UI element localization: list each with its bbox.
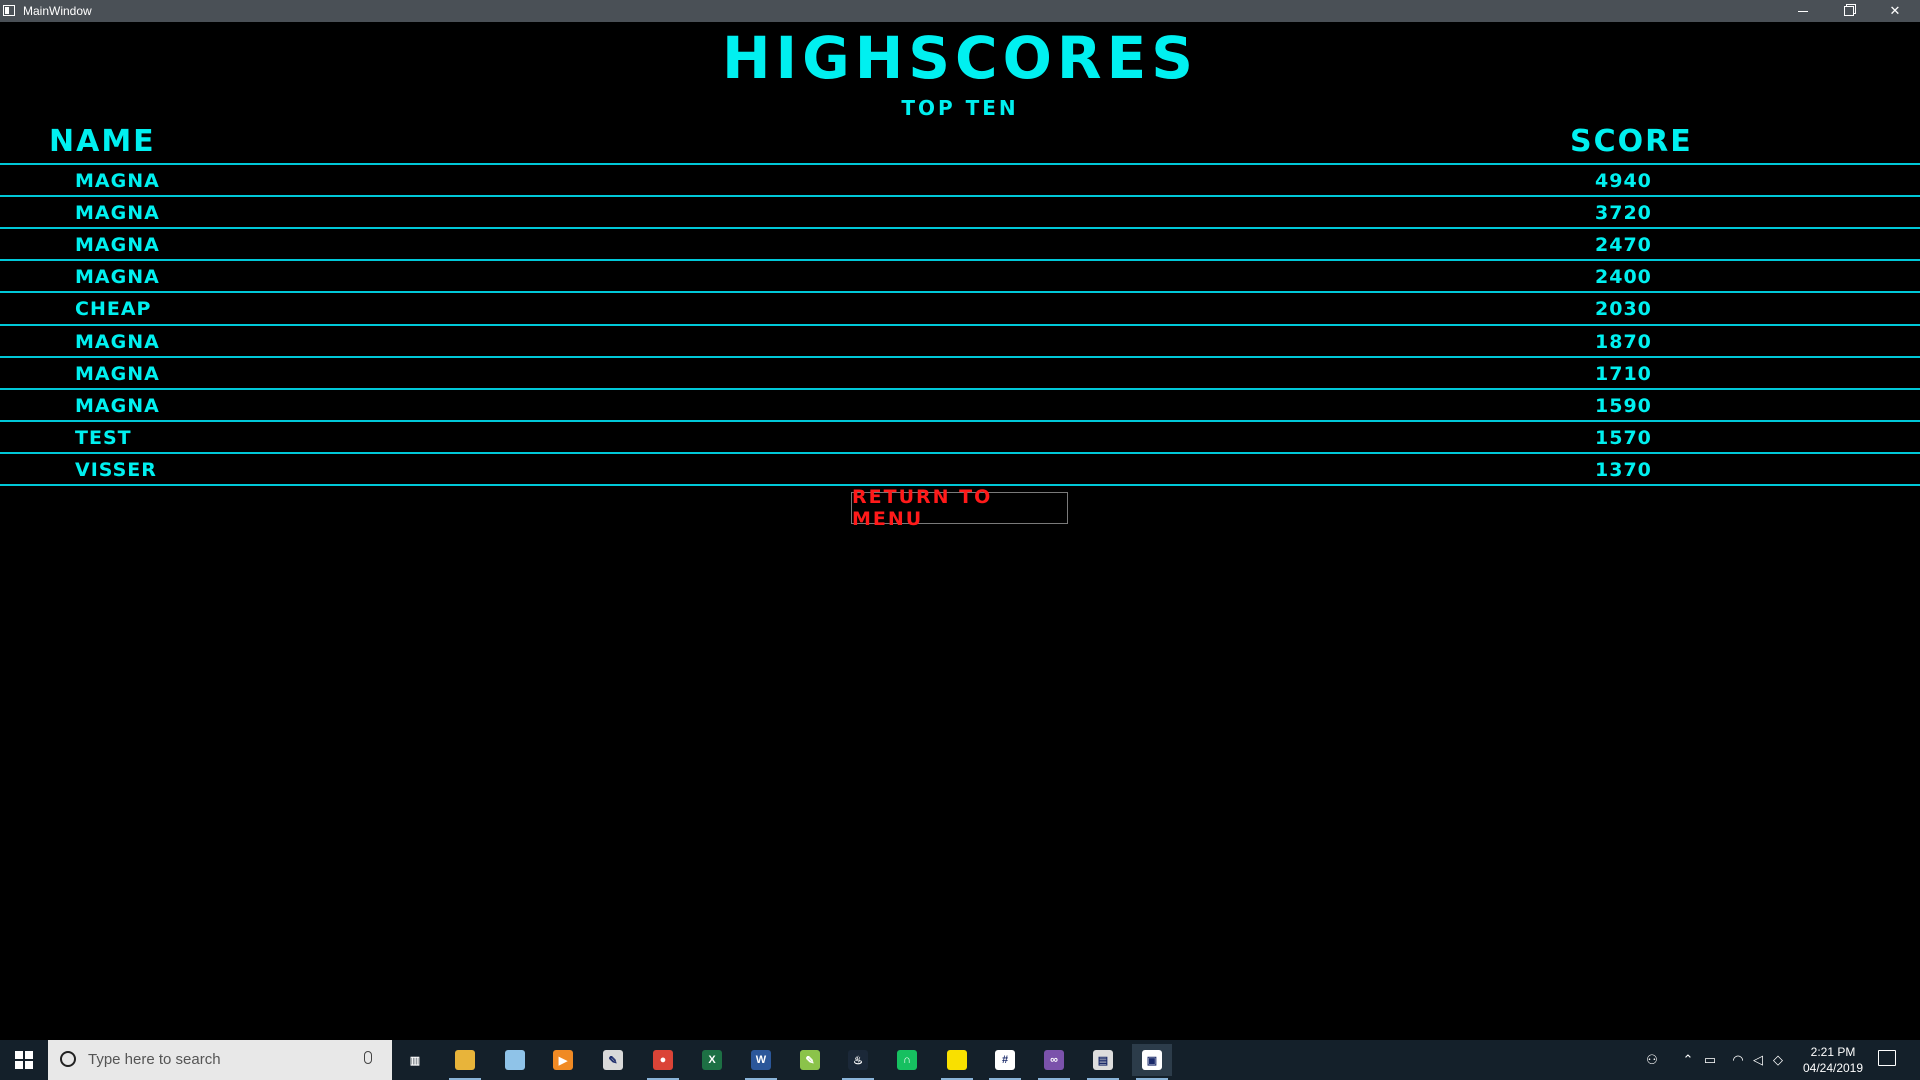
task-view-icon: ▥ [409,1054,421,1067]
movie-maker-icon: ▤ [1093,1050,1113,1070]
player-name: MAGNA [75,202,160,224]
close-icon: ✕ [1889,3,1901,18]
player-name: MAGNA [75,395,160,417]
name-column-header: NAME [49,124,156,159]
close-button[interactable]: ✕ [1872,0,1918,22]
title-bar: MainWindow ✕ [0,0,1920,22]
player-name: MAGNA [75,234,160,256]
table-row: MAGNA 1590 [0,390,1920,422]
network-icon[interactable]: ◠ [1728,1040,1748,1080]
visual-studio-taskbar-button[interactable]: ∞ [1034,1044,1074,1080]
media-player-taskbar-button[interactable]: ▶ [543,1044,583,1076]
file-explorer-icon [455,1050,475,1070]
search-placeholder: Type here to search [88,1051,221,1068]
task-view-taskbar-button[interactable]: ▥ [395,1044,435,1076]
player-score: 1870 [1595,331,1652,353]
sticky-notes-taskbar-button[interactable] [937,1044,977,1080]
player-score: 1710 [1595,363,1652,385]
notepad-plus-icon: ✎ [800,1050,820,1070]
action-center-icon[interactable] [1878,1050,1896,1066]
taskbar-search-box[interactable]: Type here to search [48,1040,392,1080]
windows-logo-icon [15,1051,33,1069]
paint-taskbar-button[interactable]: ✎ [593,1044,633,1076]
player-name: MAGNA [75,331,160,353]
paint-icon: ✎ [603,1050,623,1070]
chrome-icon: ● [653,1050,673,1070]
player-name: MAGNA [75,266,160,288]
page-subtitle: TOP TEN [901,96,1019,120]
player-score: 3720 [1595,202,1652,224]
table-row: MAGNA 2470 [0,229,1920,261]
visual-studio-icon: ∞ [1044,1050,1064,1070]
file-explorer-taskbar-button[interactable] [445,1044,485,1080]
minimize-icon [1798,10,1808,12]
table-row: TEST 1570 [0,422,1920,454]
start-button[interactable] [0,1040,48,1080]
clock-time: 2:21 PM [1810,1045,1856,1059]
excel-icon: X [702,1050,722,1070]
dropbox-icon[interactable]: ◇ [1768,1040,1788,1080]
player-name: MAGNA [75,363,160,385]
table-row: MAGNA 4940 [0,165,1920,197]
notepad-taskbar-button[interactable] [495,1044,535,1076]
window-app-icon [3,5,15,16]
player-score: 1590 [1595,395,1652,417]
player-score: 4940 [1595,170,1652,192]
player-score: 1370 [1595,459,1652,481]
restore-button[interactable] [1826,0,1872,22]
table-row: VISSER 1370 [0,454,1920,486]
taskbar: Type here to search ▥ ▶ ✎ ● X W ✎ ♨ ∩ # ∞ ▤ ▣ ⚇ ⌃ ▭ … [0,1040,1920,1080]
return-to-menu-button[interactable]: RETURN TO MENU [851,486,1068,530]
table-row: CHEAP 2030 [0,293,1920,325]
movie-maker-taskbar-button[interactable]: ▤ [1083,1044,1123,1080]
word-taskbar-button[interactable]: W [741,1044,781,1080]
restore-icon [1844,6,1854,16]
main-window-taskbar-button[interactable]: ▣ [1132,1044,1172,1080]
main-window-icon: ▣ [1142,1050,1162,1070]
table-row: MAGNA 3720 [0,197,1920,229]
headset-icon: ∩ [897,1050,917,1070]
headset-taskbar-button[interactable]: ∩ [887,1044,927,1076]
page-title: HIGHSCORES [722,24,1198,92]
player-name: TEST [75,427,132,449]
slack-icon: # [995,1050,1015,1070]
volume-icon[interactable]: ◁ [1748,1040,1768,1080]
media-player-icon: ▶ [553,1050,573,1070]
player-name: MAGNA [75,170,160,192]
player-score: 2470 [1595,234,1652,256]
excel-taskbar-button[interactable]: X [692,1044,732,1076]
table-row: MAGNA 1710 [0,358,1920,390]
notepad-plus-taskbar-button[interactable]: ✎ [790,1044,830,1076]
steam-taskbar-button[interactable]: ♨ [838,1044,878,1080]
show-hidden-icons-icon[interactable]: ⌃ [1678,1040,1698,1080]
slack-taskbar-button[interactable]: # [985,1044,1025,1080]
player-score: 1570 [1595,427,1652,449]
chrome-taskbar-button[interactable]: ● [643,1044,683,1080]
microphone-icon[interactable] [364,1051,372,1064]
word-icon: W [751,1050,771,1070]
table-row: MAGNA 2400 [0,261,1920,293]
player-name: VISSER [75,459,157,481]
notepad-icon [505,1050,525,1070]
clock-date: 04/24/2019 [1802,1061,1864,1075]
battery-icon[interactable]: ▭ [1700,1040,1720,1080]
table-row: MAGNA 1870 [0,326,1920,358]
steam-icon: ♨ [848,1050,868,1070]
cortana-icon [60,1051,76,1067]
people-icon[interactable]: ⚇ [1640,1040,1664,1080]
player-name: CHEAP [75,298,152,320]
minimize-button[interactable] [1780,0,1826,22]
score-column-header: SCORE [1570,124,1693,159]
player-score: 2030 [1595,298,1652,320]
window-title: MainWindow [23,4,92,18]
taskbar-clock[interactable]: 2:21 PM 04/24/2019 [1790,1044,1876,1076]
player-score: 2400 [1595,266,1652,288]
sticky-notes-icon [947,1050,967,1070]
